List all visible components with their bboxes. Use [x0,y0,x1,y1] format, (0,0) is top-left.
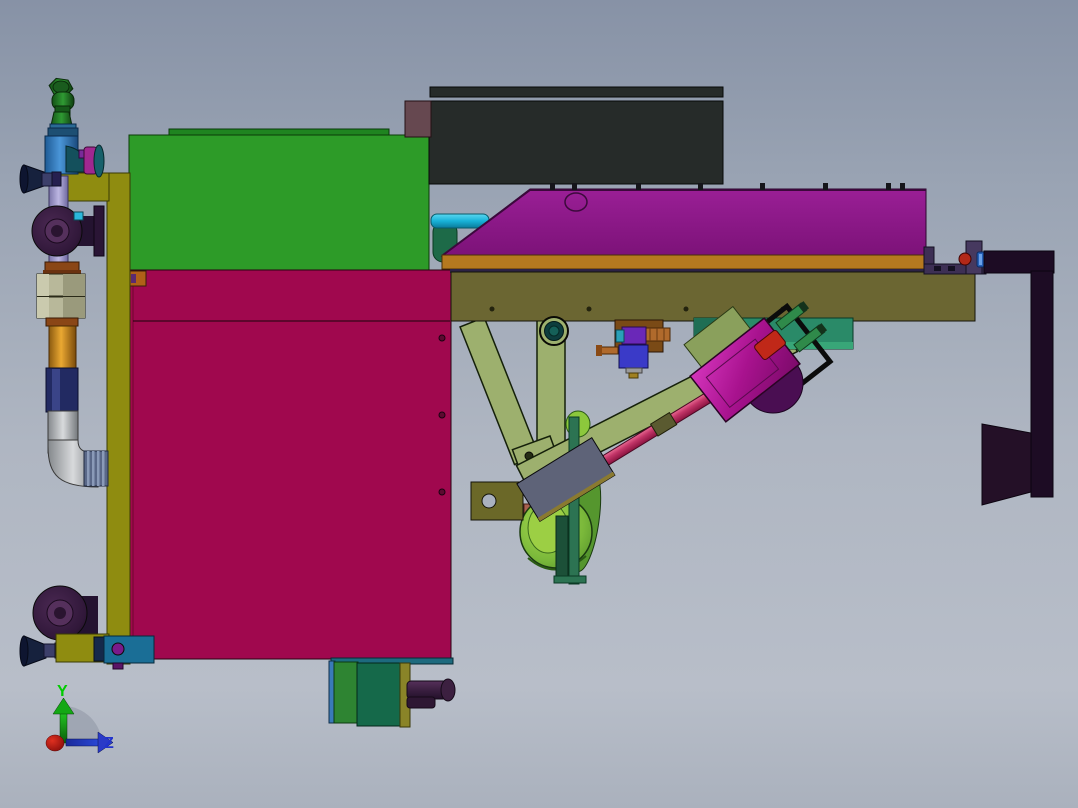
caster-axle [51,225,63,237]
spigot [599,346,619,355]
crimson-box [126,269,452,660]
beam-rivet [489,306,495,312]
mount-tab [470,481,524,521]
beam-rivet [683,306,689,312]
teal-disc [93,144,105,178]
dark-cabinet [428,100,724,185]
gold-strip [441,254,928,270]
hex-nut [36,296,86,319]
mauve-block [404,100,432,138]
horn-stem-band [51,171,62,187]
junction-connector [131,274,136,283]
dark-green-box [356,662,403,727]
horn-stem [41,172,53,187]
bracket-bump [934,266,941,271]
cad-viewport[interactable]: Y Z [0,0,1078,808]
z-axis-label: Z [104,735,114,752]
x-axis-stub [45,734,65,752]
motor-cap [615,329,625,343]
ribbed-coupling [83,450,109,487]
main-beam [450,271,976,322]
blue-bolt-highlight [979,254,982,265]
flange-lip [43,270,81,274]
navy-highlight [52,369,60,411]
dark-panel [981,423,1032,506]
z-axis-shaft [65,738,101,747]
green-box [128,134,430,271]
model-canvas[interactable]: Y Z [0,0,1078,808]
tab-hole [481,493,497,509]
purple-knob [111,642,125,656]
amber-pipe [48,325,77,370]
navy-band [45,367,79,413]
horn-lip [19,164,29,194]
dark-cabinet-lid [429,86,724,98]
purple-tab [112,662,124,670]
navy-block [93,636,105,662]
rivet [438,334,446,342]
handle-cap [440,678,456,702]
y-axis-label: Y [57,683,68,700]
beam-rivet [586,306,592,312]
rivet [438,411,446,419]
dark-arm-horizontal [983,250,1055,274]
horn-lip [19,635,29,667]
rivet [438,488,446,496]
bracket-bump [948,266,955,271]
valve-tip [628,372,639,379]
tab-plate [470,481,524,521]
flange-bearing [539,316,569,346]
blower-fin [555,515,569,577]
valve-foot [625,367,643,374]
olive-column [106,172,131,665]
hex-cap-face [52,80,70,94]
green-panel [333,661,359,724]
caster-plate [93,205,105,257]
horn-stem [43,643,56,658]
hex-nut [36,273,86,297]
cyan-clip [73,211,84,221]
caster-axle [54,607,66,619]
junction-box [103,635,155,664]
red-bolt [958,252,972,266]
handle-lower [406,696,436,709]
dark-arm-vertical [1030,270,1054,498]
flange [45,317,79,327]
motor-body [621,326,647,345]
blue-valve-block [618,344,649,369]
beam-body [450,271,976,322]
spigot-flange [596,345,602,356]
blower-foot [553,575,587,584]
